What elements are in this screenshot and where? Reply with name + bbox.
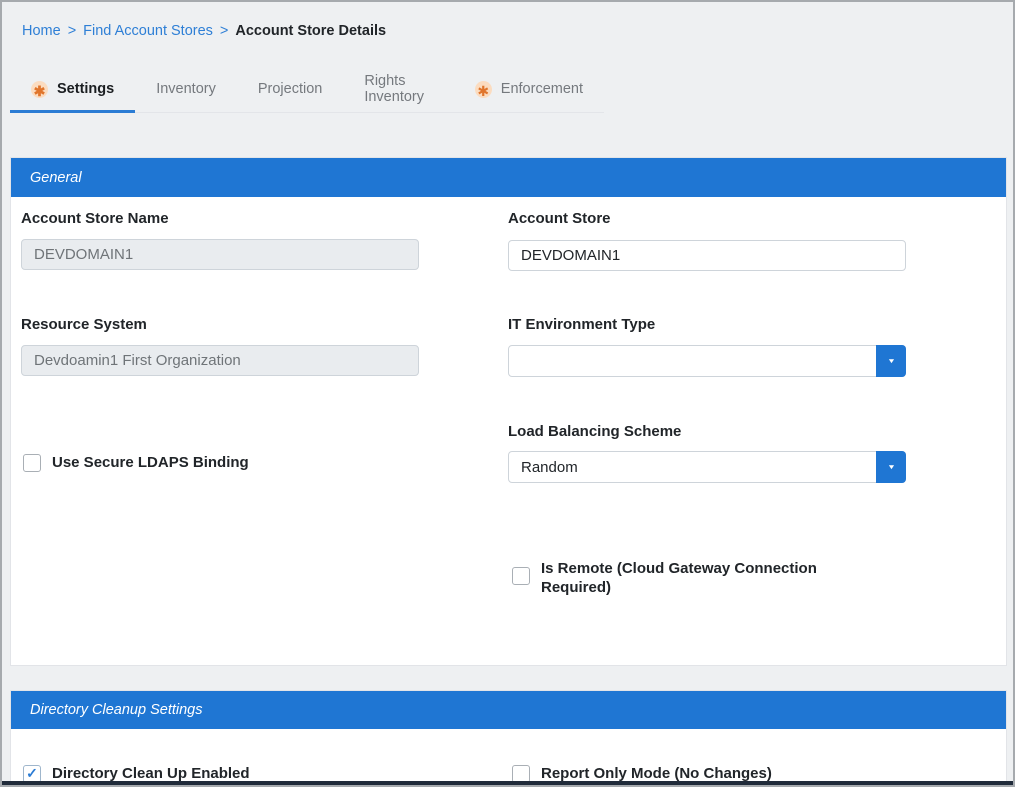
resource-system-label: Resource System xyxy=(21,316,147,333)
is-remote-label[interactable]: Is Remote (Cloud Gateway Connection Requ… xyxy=(541,559,862,597)
general-section: General Account Store Name Account Store… xyxy=(10,157,1007,666)
use-secure-ldaps-row: Use Secure LDAPS Binding xyxy=(23,453,249,472)
load-balancing-scheme-value: Random xyxy=(509,452,876,482)
tab-projection-label: Projection xyxy=(258,81,322,97)
report-only-mode-checkbox[interactable] xyxy=(512,765,530,783)
general-section-header: General xyxy=(11,158,1006,197)
account-store-label: Account Store xyxy=(508,210,611,227)
tab-settings-label: Settings xyxy=(57,81,114,97)
resource-system-input xyxy=(21,345,419,376)
directory-cleanup-enabled-checkbox[interactable]: ✓ xyxy=(23,765,41,783)
use-secure-ldaps-label[interactable]: Use Secure LDAPS Binding xyxy=(52,453,249,472)
directory-cleanup-section: Directory Cleanup Settings ✓ Directory C… xyxy=(10,690,1007,787)
is-remote-checkbox[interactable] xyxy=(512,567,530,585)
breadcrumb-current-page: Account Store Details xyxy=(235,23,386,39)
tab-bar: ✱ Settings Inventory Projection Rights I… xyxy=(10,68,604,113)
load-balancing-scheme-select[interactable]: Random ▼ xyxy=(508,451,906,483)
breadcrumb-find-account-stores-link[interactable]: Find Account Stores xyxy=(83,23,213,39)
breadcrumb: Home > Find Account Stores > Account Sto… xyxy=(22,23,386,39)
check-icon: ✓ xyxy=(26,765,38,782)
breadcrumb-home-link[interactable]: Home xyxy=(22,23,61,39)
account-store-name-label: Account Store Name xyxy=(21,210,169,227)
directory-cleanup-section-header: Directory Cleanup Settings xyxy=(11,691,1006,729)
caret-down-icon: ▼ xyxy=(887,357,896,364)
tab-settings[interactable]: ✱ Settings xyxy=(10,68,135,113)
is-remote-row: Is Remote (Cloud Gateway Connection Requ… xyxy=(512,559,862,597)
breadcrumb-separator: > xyxy=(68,23,76,39)
it-environment-type-select[interactable]: ▼ xyxy=(508,345,906,377)
tab-rights-inventory[interactable]: Rights Inventory xyxy=(343,68,453,113)
caret-down-icon: ▼ xyxy=(887,463,896,470)
tab-inventory-label: Inventory xyxy=(156,81,216,97)
tab-inventory[interactable]: Inventory xyxy=(135,68,237,113)
required-asterisk-icon: ✱ xyxy=(475,81,492,98)
it-environment-type-dropdown-button[interactable]: ▼ xyxy=(876,345,906,377)
tab-projection[interactable]: Projection xyxy=(237,68,343,113)
breadcrumb-separator: > xyxy=(220,23,228,39)
page: Home > Find Account Stores > Account Sto… xyxy=(0,0,1015,787)
window-bottom-edge xyxy=(2,781,1013,785)
use-secure-ldaps-checkbox[interactable] xyxy=(23,454,41,472)
required-asterisk-icon: ✱ xyxy=(31,81,48,98)
load-balancing-scheme-dropdown-button[interactable]: ▼ xyxy=(876,451,906,483)
account-store-input[interactable] xyxy=(508,240,906,271)
tab-enforcement[interactable]: ✱ Enforcement xyxy=(454,68,604,113)
account-store-name-input xyxy=(21,239,419,270)
tab-enforcement-label: Enforcement xyxy=(501,81,583,97)
it-environment-type-label: IT Environment Type xyxy=(508,316,655,333)
it-environment-type-value xyxy=(509,346,876,376)
load-balancing-scheme-label: Load Balancing Scheme xyxy=(508,423,681,440)
tab-rights-inventory-label: Rights Inventory xyxy=(364,73,432,105)
